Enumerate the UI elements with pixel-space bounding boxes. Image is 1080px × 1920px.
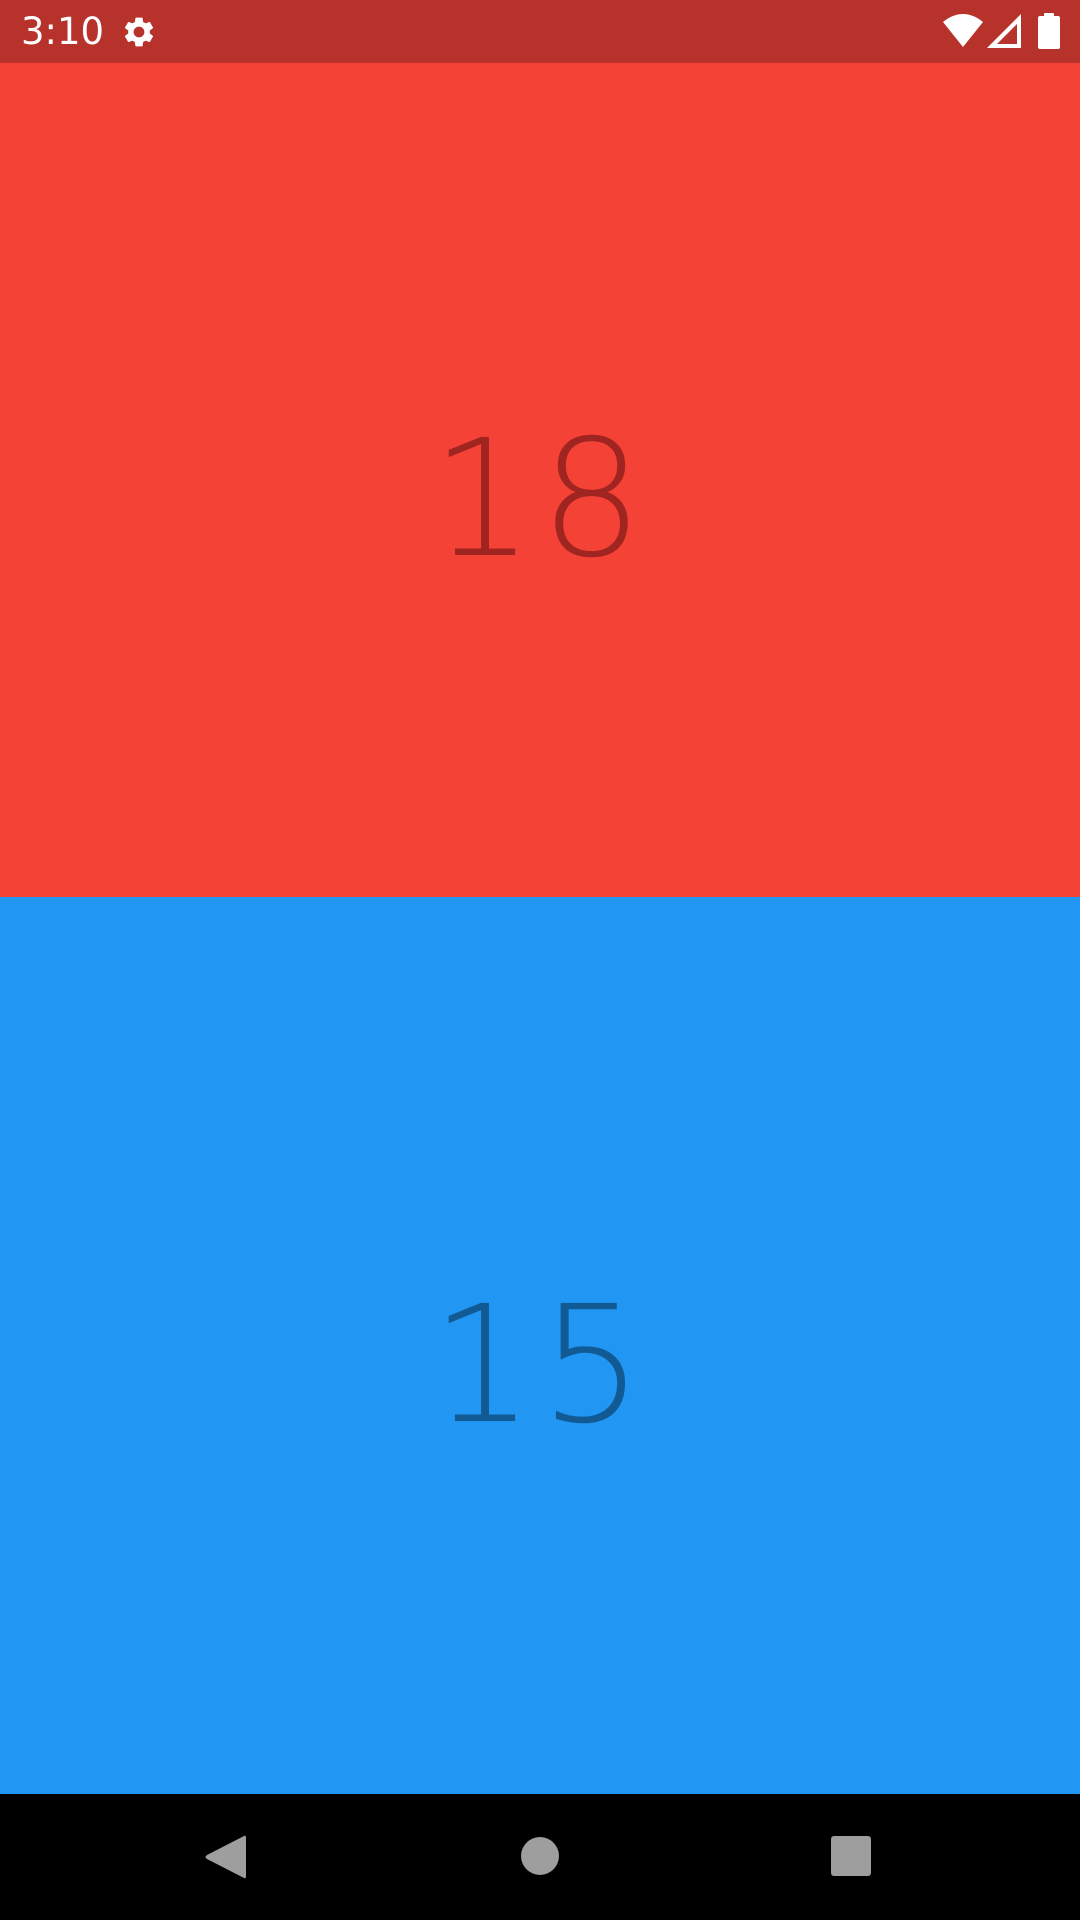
- recents-icon[interactable]: [831, 1836, 871, 1876]
- player-two-score: 15: [430, 1271, 650, 1460]
- player-one-score: 18: [430, 406, 650, 594]
- navigation-bar: [0, 1794, 1080, 1920]
- player-two-score-panel[interactable]: 15: [0, 897, 1080, 1794]
- settings-gear-icon: [124, 17, 154, 47]
- screen: 3:10 18 15: [0, 0, 1080, 1920]
- back-icon[interactable]: [204, 1834, 246, 1880]
- player-one-score-panel[interactable]: 18: [0, 63, 1080, 897]
- home-icon[interactable]: [520, 1836, 560, 1876]
- battery-icon: [1038, 13, 1060, 49]
- signal-icon: [987, 14, 1021, 48]
- wifi-icon: [943, 14, 983, 47]
- status-bar: 3:10: [0, 0, 1080, 63]
- status-time: 3:10: [21, 10, 105, 53]
